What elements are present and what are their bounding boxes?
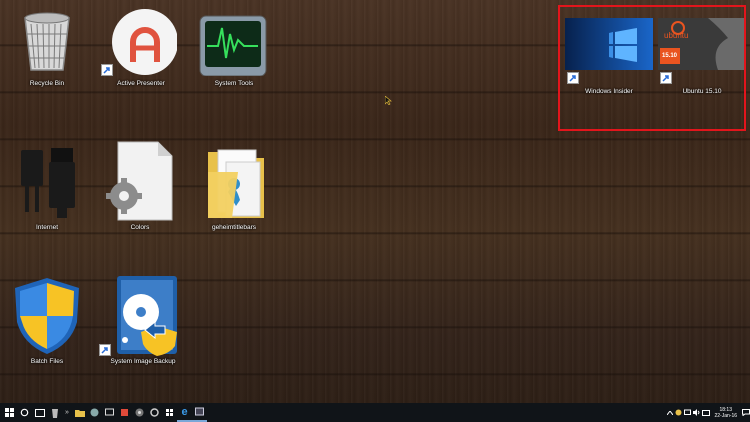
- keyboard-button[interactable]: [701, 403, 710, 422]
- show-hidden-icons-button[interactable]: [665, 403, 674, 422]
- cortana-circle-icon: [20, 408, 29, 417]
- taskbar: » e 18:13 22-Jan-16: [0, 403, 750, 422]
- taskbar-app-button[interactable]: [162, 403, 177, 422]
- taskbar-recycle-bin[interactable]: [47, 403, 62, 422]
- shortcut-arrow-icon: [99, 344, 111, 356]
- folder-icon: [198, 140, 270, 222]
- uac-shield-icon: [11, 276, 83, 356]
- taskbar-app-button[interactable]: [102, 403, 117, 422]
- windows-small-icon: [166, 409, 173, 416]
- keyboard-icon: [701, 409, 710, 416]
- recycle-bin-label: Recycle Bin: [29, 80, 65, 87]
- toolbar-chevron-button[interactable]: »: [62, 403, 72, 422]
- media-player-icon: [135, 408, 144, 417]
- monitor-icon: [105, 408, 114, 416]
- search-button[interactable]: [17, 403, 32, 422]
- backup-disk-icon: [99, 274, 179, 356]
- windows-logo-icon: [5, 408, 14, 417]
- paint-icon: [121, 409, 128, 416]
- notification-icon: [741, 409, 750, 416]
- mouse-cursor-icon: [384, 92, 392, 110]
- geheimtitlebars-label: geheimtitlebars: [211, 224, 257, 231]
- app-globe-icon: [90, 408, 99, 417]
- recycle-bin-icon-item[interactable]: Recycle Bin: [6, 4, 88, 87]
- folder-small-icon: [74, 409, 85, 417]
- start-button[interactable]: [2, 403, 17, 422]
- shortcut-arrow-icon: [101, 64, 113, 76]
- smiley-icon: [675, 409, 682, 416]
- system-tools-icon: [198, 4, 270, 77]
- colors-label: Colors: [130, 224, 150, 231]
- active-presenter-icon-item[interactable]: Active Presenter: [100, 4, 182, 87]
- taskbar-app-button[interactable]: [132, 403, 147, 422]
- terminal-icon: [195, 407, 204, 416]
- active-presenter-icon: [101, 4, 178, 76]
- edge-icon: e: [181, 405, 188, 418]
- clock-date: 22-Jan-16: [714, 412, 737, 419]
- batch-files-icon-item[interactable]: Batch Files: [6, 276, 88, 365]
- volume-button[interactable]: [692, 403, 701, 422]
- tray-app-icon[interactable]: [674, 403, 683, 422]
- recycle-bin-small-icon: [51, 408, 58, 418]
- tray-app-icon[interactable]: [683, 403, 692, 422]
- active-presenter-label: Active Presenter: [117, 80, 165, 87]
- file-explorer-button[interactable]: [72, 403, 87, 422]
- chevron-up-icon: [666, 410, 673, 415]
- clock[interactable]: 18:13 22-Jan-16: [710, 407, 741, 419]
- internet-icon-item[interactable]: Internet: [6, 148, 88, 231]
- task-view-button[interactable]: [32, 403, 47, 422]
- system-tools-label: System Tools: [214, 80, 254, 87]
- settings-file-icon: [104, 140, 176, 222]
- taskbar-app-button[interactable]: [117, 403, 132, 422]
- action-center-button[interactable]: [741, 403, 750, 422]
- internet-label: Internet: [35, 224, 59, 231]
- plug-cable-icon: [11, 148, 83, 220]
- colors-icon-item[interactable]: Colors: [99, 140, 181, 231]
- system-image-backup-label: System Image Backup: [110, 358, 176, 365]
- speaker-icon: [692, 409, 700, 416]
- system-tray: 18:13 22-Jan-16: [665, 403, 750, 422]
- batch-files-label: Batch Files: [30, 358, 64, 365]
- geheimtitlebars-folder-item[interactable]: geheimtitlebars: [193, 140, 275, 231]
- taskbar-app-button[interactable]: [147, 403, 162, 422]
- network-icon: [684, 409, 692, 415]
- taskbar-app-button[interactable]: [192, 403, 207, 422]
- recycle-bin-icon: [11, 4, 83, 76]
- system-tools-icon-item[interactable]: System Tools: [193, 4, 275, 87]
- task-view-icon: [34, 408, 45, 417]
- taskbar-app-button[interactable]: [87, 403, 102, 422]
- desktop: Recycle Bin Active Presenter System Tool…: [0, 0, 750, 403]
- system-image-backup-icon-item[interactable]: System Image Backup: [99, 274, 187, 365]
- settings-gear-icon: [150, 408, 159, 417]
- edge-button[interactable]: e: [177, 403, 192, 422]
- red-highlight-box: [558, 5, 746, 131]
